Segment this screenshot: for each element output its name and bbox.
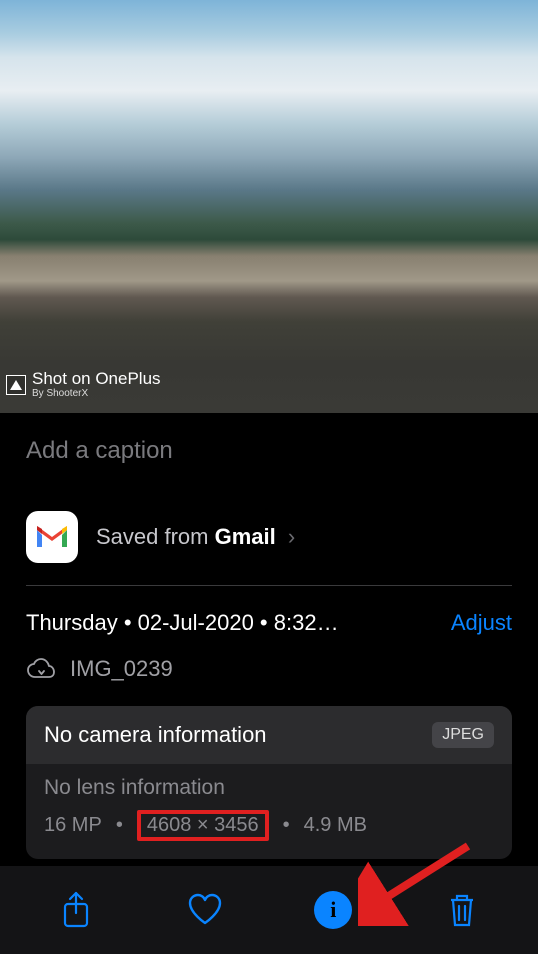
saved-from-prefix: Saved from — [96, 524, 215, 549]
chevron-right-icon: › — [288, 524, 295, 549]
separator-dot: • — [116, 814, 123, 837]
info-icon: i — [314, 891, 352, 929]
camera-info-text: No camera information — [44, 722, 267, 748]
share-button[interactable] — [52, 886, 100, 934]
bottom-toolbar: i — [0, 866, 538, 954]
favorite-button[interactable] — [181, 886, 229, 934]
filesize-value: 4.9 MB — [304, 814, 367, 837]
filename-text: IMG_0239 — [70, 656, 173, 682]
gmail-app-icon — [26, 511, 78, 563]
saved-from-row[interactable]: Saved from Gmail › — [0, 491, 538, 585]
adjust-button[interactable]: Adjust — [451, 610, 512, 636]
exif-card-header: No camera information JPEG — [26, 706, 512, 764]
separator-dot: • — [283, 814, 290, 837]
delete-button[interactable] — [438, 886, 486, 934]
lens-info-text: No lens information — [44, 776, 494, 800]
megapixels-value: 16 MP — [44, 814, 102, 837]
watermark-subtitle: By ShooterX — [32, 389, 161, 399]
caption-placeholder: Add a caption — [26, 437, 173, 464]
photo-watermark: Shot on OnePlus By ShooterX — [6, 370, 161, 399]
watermark-title: Shot on OnePlus — [32, 370, 161, 387]
filename-row: IMG_0239 — [0, 650, 538, 706]
exif-card: No camera information JPEG No lens infor… — [26, 706, 512, 859]
format-badge: JPEG — [432, 722, 494, 748]
dimensions-value: 4608 × 3456 — [137, 810, 269, 841]
saved-from-text: Saved from Gmail › — [96, 524, 295, 550]
cloud-download-icon — [26, 658, 56, 680]
photo-datetime: Thursday • 02-Jul-2020 • 8:32… — [26, 610, 339, 636]
triangle-icon — [6, 375, 26, 395]
saved-from-app: Gmail — [215, 524, 276, 549]
date-row: Thursday • 02-Jul-2020 • 8:32… Adjust — [0, 586, 538, 650]
caption-field[interactable]: Add a caption — [0, 413, 538, 491]
specs-row: 16 MP • 4608 × 3456 • 4.9 MB — [44, 810, 494, 841]
exif-card-body: No lens information 16 MP • 4608 × 3456 … — [26, 764, 512, 859]
info-button[interactable]: i — [309, 886, 357, 934]
photo-viewer[interactable]: Shot on OnePlus By ShooterX — [0, 0, 538, 413]
